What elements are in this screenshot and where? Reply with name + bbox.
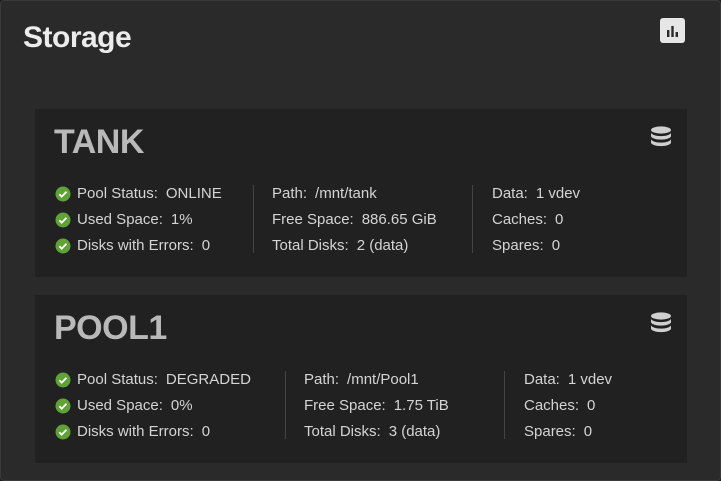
spares-label: Spares:	[492, 237, 544, 254]
path-label: Path:	[304, 371, 340, 388]
caches-row: Caches: 0	[524, 393, 612, 419]
data-label: Data:	[524, 371, 560, 388]
pool-status-label: Pool Status:	[77, 185, 158, 202]
pool-status-row: Pool Status: DEGRADED	[55, 367, 251, 393]
pool-status-value: DEGRADED	[165, 371, 251, 388]
used-space-value: 1%	[170, 211, 193, 228]
column-divider	[472, 185, 473, 253]
database-icon[interactable]	[650, 312, 672, 336]
caches-label: Caches:	[524, 397, 580, 414]
free-space-row: Free Space: 886.65 GiB	[272, 207, 437, 233]
vdev-column: Data: 1 vdev Caches: 0 Spares: 0	[492, 181, 580, 259]
spares-value: 0	[583, 423, 593, 440]
used-space-label: Used Space:	[77, 397, 163, 414]
check-circle-icon	[55, 372, 71, 388]
free-space-label: Free Space:	[272, 211, 354, 228]
storage-widget: Storage TANK Pool Status: ONLINE Used Sp…	[0, 0, 721, 481]
total-disks-value: 2 (data)	[356, 237, 409, 254]
caches-value: 0	[587, 397, 596, 414]
total-disks-label: Total Disks:	[272, 237, 349, 254]
check-circle-icon	[55, 186, 71, 202]
spares-value: 0	[551, 237, 561, 254]
used-space-row: Used Space: 1%	[55, 207, 222, 233]
spares-row: Spares: 0	[524, 419, 612, 445]
path-row: Path: /mnt/tank	[272, 181, 437, 207]
bar-chart-icon	[667, 26, 678, 37]
check-circle-icon	[55, 424, 71, 440]
reports-button[interactable]	[660, 18, 685, 43]
disks-errors-row: Disks with Errors: 0	[55, 233, 222, 259]
check-circle-icon	[55, 398, 71, 414]
check-circle-icon	[55, 238, 71, 254]
pool-status-row: Pool Status: ONLINE	[55, 181, 222, 207]
path-column: Path: /mnt/Pool1 Free Space: 1.75 TiB To…	[304, 367, 449, 445]
total-disks-label: Total Disks:	[304, 423, 381, 440]
total-disks-row: Total Disks: 3 (data)	[304, 419, 449, 445]
total-disks-row: Total Disks: 2 (data)	[272, 233, 437, 259]
check-circle-icon	[55, 212, 71, 228]
pool-status-label: Pool Status:	[77, 371, 158, 388]
spares-row: Spares: 0	[492, 233, 580, 259]
path-value: /mnt/tank	[315, 185, 377, 202]
disks-errors-value: 0	[201, 423, 211, 440]
free-space-value: 1.75 TiB	[393, 397, 449, 414]
caches-row: Caches: 0	[492, 207, 580, 233]
data-value: 1 vdev	[567, 371, 613, 388]
pool-card-tank: TANK Pool Status: ONLINE Used Space: 1% …	[35, 109, 687, 277]
data-label: Data:	[492, 185, 528, 202]
used-space-label: Used Space:	[77, 211, 163, 228]
used-space-value: 0%	[170, 397, 193, 414]
data-row: Data: 1 vdev	[524, 367, 612, 393]
pool-name: TANK	[54, 123, 144, 161]
used-space-row: Used Space: 0%	[55, 393, 251, 419]
data-row: Data: 1 vdev	[492, 181, 580, 207]
column-divider	[285, 371, 286, 439]
disks-errors-label: Disks with Errors:	[77, 423, 194, 440]
path-column: Path: /mnt/tank Free Space: 886.65 GiB T…	[272, 181, 437, 259]
pool-card-pool1: POOL1 Pool Status: DEGRADED Used Space: …	[35, 295, 687, 463]
free-space-value: 886.65 GiB	[361, 211, 437, 228]
disks-errors-value: 0	[201, 237, 211, 254]
pool-status-value: ONLINE	[165, 185, 222, 202]
path-label: Path:	[272, 185, 308, 202]
disks-errors-row: Disks with Errors: 0	[55, 419, 251, 445]
free-space-label: Free Space:	[304, 397, 386, 414]
column-divider	[253, 185, 254, 253]
data-value: 1 vdev	[535, 185, 581, 202]
spares-label: Spares:	[524, 423, 576, 440]
disks-errors-label: Disks with Errors:	[77, 237, 194, 254]
widget-title: Storage	[23, 21, 132, 54]
column-divider	[504, 371, 505, 439]
path-value: /mnt/Pool1	[347, 371, 419, 388]
status-column: Pool Status: DEGRADED Used Space: 0% Dis…	[55, 367, 251, 445]
caches-label: Caches:	[492, 211, 548, 228]
caches-value: 0	[555, 211, 564, 228]
vdev-column: Data: 1 vdev Caches: 0 Spares: 0	[524, 367, 612, 445]
database-icon[interactable]	[650, 126, 672, 150]
path-row: Path: /mnt/Pool1	[304, 367, 449, 393]
status-column: Pool Status: ONLINE Used Space: 1% Disks…	[55, 181, 222, 259]
total-disks-value: 3 (data)	[388, 423, 441, 440]
pool-name: POOL1	[54, 309, 167, 347]
free-space-row: Free Space: 1.75 TiB	[304, 393, 449, 419]
